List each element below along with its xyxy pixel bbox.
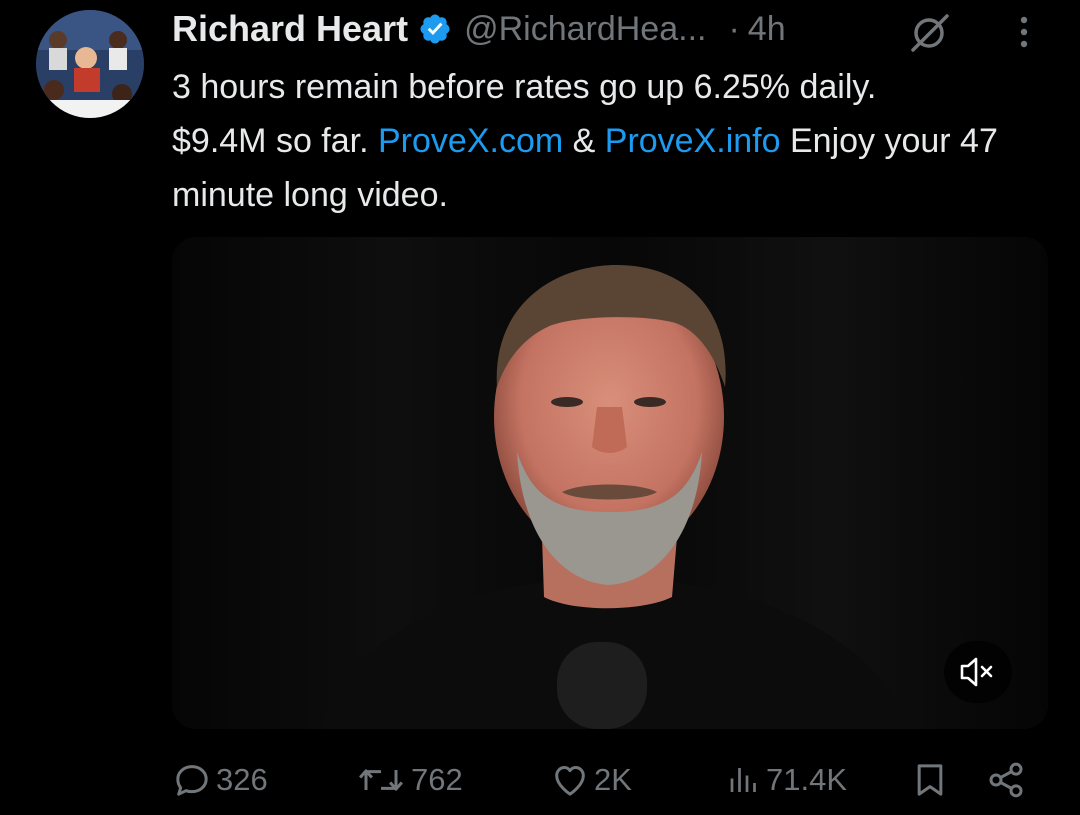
- heart-icon: [555, 766, 585, 796]
- reply-count: 326: [216, 762, 268, 797]
- verified-badge-icon: [420, 14, 450, 44]
- like-count: 2K: [594, 762, 632, 797]
- tweet-text-line1: 3 hours remain before rates go up 6.25% …: [172, 68, 877, 106]
- reply-icon: [176, 765, 208, 796]
- bookmark-icon: [917, 764, 943, 796]
- tweet-timestamp[interactable]: 4h: [748, 10, 786, 49]
- repost-icon: [359, 769, 403, 791]
- views-chart-icon: [730, 768, 756, 792]
- separator-dot: ·: [728, 9, 740, 48]
- provex-info-link[interactable]: ProveX.info: [605, 122, 781, 160]
- avatar-photo: [36, 10, 144, 118]
- speaker-muted-icon: [960, 657, 993, 687]
- repost-button[interactable]: 762: [355, 745, 463, 815]
- tweet-text-fragment: $9.4M so far.: [172, 122, 378, 160]
- tweet-text-fragment: &: [563, 122, 605, 160]
- repost-count: 762: [411, 762, 463, 797]
- view-count: 71.4K: [766, 762, 848, 797]
- video-player[interactable]: [172, 237, 1048, 729]
- author-name[interactable]: Richard Heart: [172, 8, 408, 50]
- provex-com-link[interactable]: ProveX.com: [378, 122, 563, 160]
- tweet-text-body: $9.4M so far. ProveX.com & ProveX.info E…: [172, 114, 1052, 222]
- share-icon: [989, 762, 1023, 798]
- video-frame: [172, 237, 1048, 729]
- like-button[interactable]: 2K: [550, 745, 632, 815]
- bookmark-button[interactable]: [910, 745, 950, 815]
- share-button[interactable]: [985, 745, 1027, 815]
- avatar[interactable]: [36, 10, 144, 118]
- tweet-text: 3 hours remain before rates go up 6.25% …: [172, 60, 1052, 222]
- author-handle[interactable]: @RichardHea...: [464, 10, 706, 49]
- mute-toggle-button[interactable]: [944, 641, 1012, 703]
- tweet-header: Richard Heart @RichardHea... · 4h: [172, 6, 786, 52]
- grok-icon[interactable]: [905, 12, 953, 52]
- more-options-icon[interactable]: [1012, 12, 1036, 52]
- views-button[interactable]: 71.4K: [726, 745, 847, 815]
- reply-button[interactable]: 326: [172, 745, 268, 815]
- tweet-action-bar: 326 762 2K 71.4K: [0, 745, 1080, 815]
